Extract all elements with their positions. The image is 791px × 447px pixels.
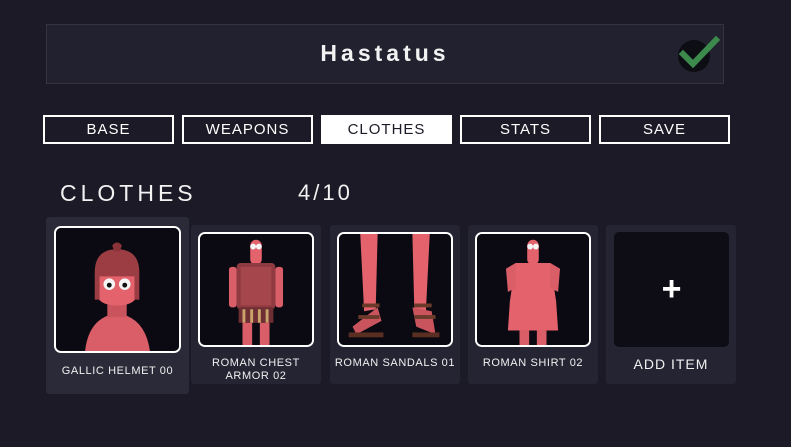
tab-clothes[interactable]: CLOTHES: [321, 115, 452, 144]
plus-icon: +: [661, 270, 682, 308]
roman-chest-armor-preview: [200, 234, 312, 345]
item-thumbnail: [54, 226, 181, 353]
item-card-roman-shirt[interactable]: ROMAN SHIRT 02: [468, 225, 598, 384]
add-item-label: ADD ITEM: [633, 356, 709, 372]
add-item-button[interactable]: + ADD ITEM: [606, 225, 736, 384]
item-label: ROMAN SHIRT 02: [482, 357, 584, 369]
tab-weapons[interactable]: WEAPONS: [182, 115, 313, 144]
unit-name: Hastatus: [320, 40, 450, 66]
item-thumbnail: [337, 232, 453, 347]
item-card-roman-sandals[interactable]: ROMAN SANDALS 01: [330, 225, 460, 384]
roman-shirt-preview: [477, 234, 589, 345]
item-card-roman-chest-armor[interactable]: ROMAN CHEST ARMOR 02: [191, 225, 321, 384]
item-thumbnail: [475, 232, 591, 347]
item-label: ROMAN SANDALS 01: [334, 357, 456, 369]
item-label: ROMAN CHEST ARMOR 02: [212, 357, 300, 382]
tab-base[interactable]: BASE: [43, 115, 174, 144]
tab-save[interactable]: SAVE: [599, 115, 730, 144]
section-title: CLOTHES: [60, 180, 197, 206]
checkmark-icon[interactable]: [676, 34, 720, 74]
item-thumbnail: [198, 232, 314, 347]
roman-sandals-preview: [339, 234, 451, 345]
item-label: GALLIC HELMET 00: [61, 365, 174, 377]
unit-name-bar[interactable]: Hastatus: [46, 24, 724, 84]
gallic-helmet-preview: [56, 228, 179, 351]
item-count: 4/10: [298, 180, 353, 205]
item-card-gallic-helmet[interactable]: GALLIC HELMET 00: [46, 217, 189, 394]
add-item-slot: +: [614, 232, 729, 347]
tab-stats[interactable]: STATS: [460, 115, 591, 144]
